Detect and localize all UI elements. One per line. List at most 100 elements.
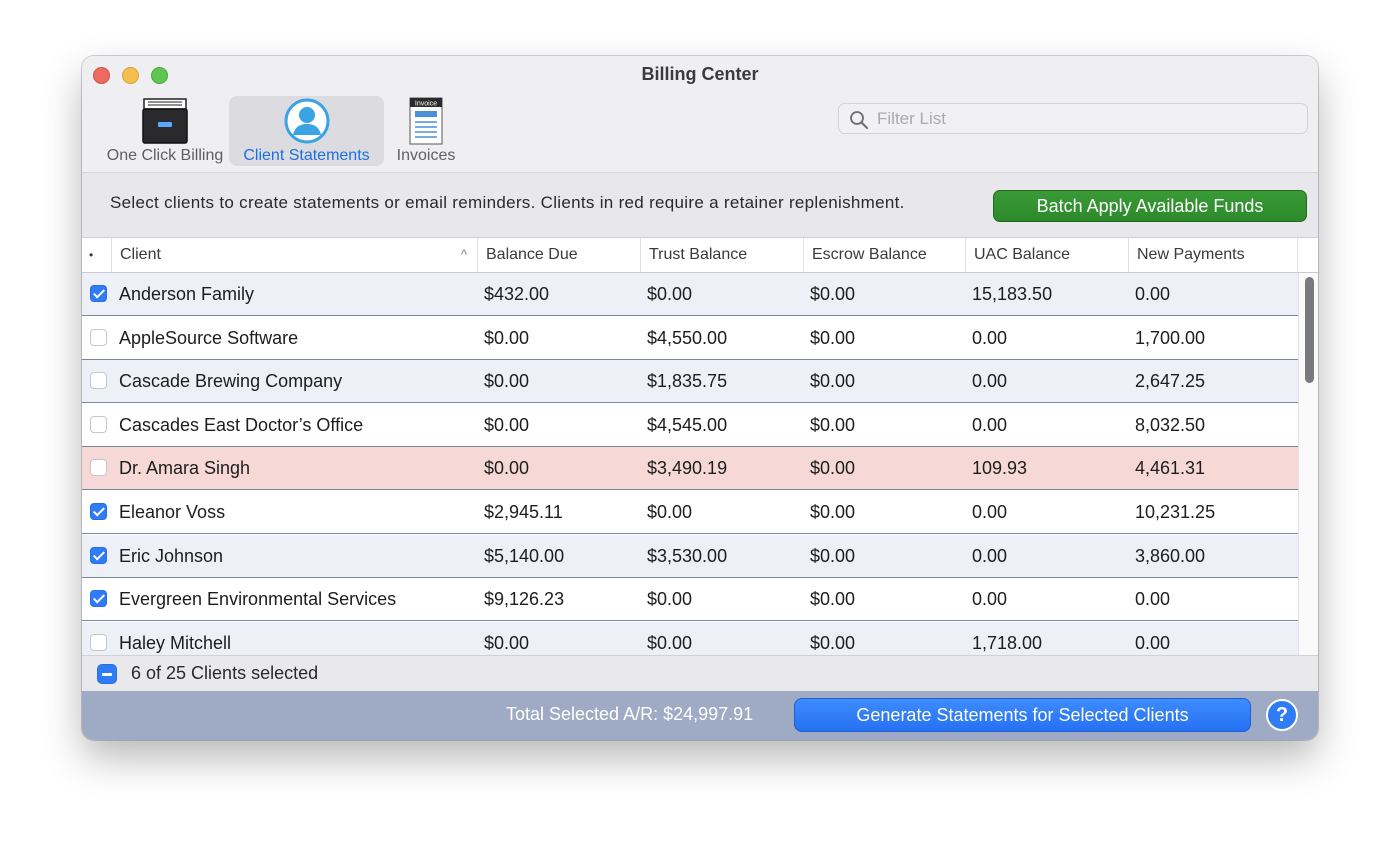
- cell-trust: $0.00: [647, 284, 693, 304]
- row-checkbox[interactable]: [90, 590, 107, 608]
- row-checkbox[interactable]: [90, 415, 107, 433]
- cell-trust: $0.00: [647, 632, 693, 653]
- column-header-label: Client: [120, 246, 161, 263]
- cell-new-payments: 0.00: [1135, 632, 1171, 653]
- window-title: Billing Center: [641, 64, 759, 84]
- table-header: • Client ^ Balance Due Trust Balance Esc…: [82, 238, 1318, 273]
- cell-new-payments: 4,461.31: [1135, 458, 1206, 479]
- scrollbar-thumb[interactable]: [1305, 277, 1314, 383]
- batch-apply-funds-button[interactable]: Batch Apply Available Funds: [993, 190, 1307, 222]
- cell-escrow: $0.00: [810, 502, 856, 522]
- column-header-uac-balance[interactable]: UAC Balance: [966, 238, 1129, 272]
- column-header-select[interactable]: •: [82, 238, 112, 272]
- table-row[interactable]: AppleSource Software $0.00 $4,550.00 $0.00 0…: [82, 316, 1298, 360]
- total-selected-ar: Total Selected A/R: $24,997.91: [506, 704, 754, 724]
- tab-label: One Click Billing: [106, 147, 224, 164]
- help-icon[interactable]: ?: [1266, 699, 1298, 731]
- column-header-escrow-balance[interactable]: Escrow Balance: [804, 238, 966, 272]
- cell-new-payments: 1,700.00: [1135, 327, 1206, 348]
- table-row[interactable]: Dr. Amara Singh $0.00 $3,490.19 $0.00 109.93…: [82, 447, 1298, 491]
- row-checkbox[interactable]: [90, 328, 107, 346]
- cell-balance-due: $0.00: [484, 371, 530, 392]
- row-checkbox[interactable]: [90, 633, 107, 651]
- cell-escrow: $0.00: [810, 589, 856, 610]
- cell-uac: 109.93: [972, 458, 1028, 479]
- table-row[interactable]: Cascade Brewing Company $0.00 $1,835.75 $0.…: [82, 360, 1298, 404]
- cell-escrow: $0.00: [810, 284, 856, 304]
- table-row[interactable]: Eric Johnson $5,140.00 $3,530.00 $0.00 0.00 3…: [82, 534, 1298, 578]
- cell-uac: 0.00: [972, 589, 1008, 610]
- cell-escrow: $0.00: [810, 632, 856, 653]
- search-field[interactable]: [838, 103, 1308, 134]
- cell-escrow: $0.00: [810, 327, 856, 348]
- person-icon: [284, 98, 329, 144]
- cell-trust: $3,490.19: [647, 458, 728, 479]
- cell-client: Eleanor Voss: [119, 502, 226, 522]
- table-row[interactable]: Eleanor Voss $2,945.11 $0.00 $0.00 0.00 10,23…: [82, 491, 1298, 534]
- column-header-new-payments[interactable]: New Payments: [1129, 238, 1298, 272]
- table-row[interactable]: Cascades East Doctor’s Office $0.00 $4,545…: [82, 403, 1298, 447]
- cell-client: Cascade Brewing Company: [119, 371, 343, 392]
- cell-trust: $4,545.00: [647, 414, 728, 435]
- cell-trust: $0.00: [647, 589, 693, 610]
- selection-count: 6 of 25 Clients selected: [131, 663, 319, 683]
- cell-client: Evergreen Environmental Services: [119, 589, 397, 610]
- cell-uac: 0.00: [972, 502, 1008, 522]
- cell-balance-due: $5,140.00: [484, 545, 565, 566]
- billing-center-window: Billing Center One Click Billing Client …: [82, 56, 1318, 740]
- cell-new-payments: 10,231.25: [1135, 502, 1216, 522]
- tab-invoices[interactable]: Invoice Invoices: [386, 96, 466, 166]
- column-header-balance-due[interactable]: Balance Due: [478, 238, 641, 272]
- cell-client: Cascades East Doctor’s Office: [119, 414, 364, 435]
- select-all-checkbox[interactable]: [97, 664, 117, 684]
- tab-one-click-billing[interactable]: One Click Billing: [90, 96, 240, 166]
- table-row[interactable]: Evergreen Environmental Services $9,126.2…: [82, 578, 1298, 622]
- invoice-icon: Invoice: [409, 97, 443, 145]
- tab-client-statements[interactable]: Client Statements: [229, 96, 384, 166]
- toolbar: Billing Center One Click Billing Client …: [82, 56, 1318, 173]
- cell-trust: $4,550.00: [647, 327, 728, 348]
- cell-balance-due: $0.00: [484, 327, 530, 348]
- cell-client: Anderson Family: [119, 284, 255, 304]
- cell-new-payments: 8,032.50: [1135, 414, 1206, 435]
- cell-uac: 15,183.50: [972, 284, 1053, 304]
- cell-balance-due: $9,126.23: [484, 589, 565, 610]
- table-row[interactable]: Anderson Family $432.00 $0.00 $0.00 15,183.5…: [82, 273, 1298, 316]
- cell-client: AppleSource Software: [119, 327, 299, 348]
- row-checkbox[interactable]: [90, 372, 107, 390]
- cell-client: Haley Mitchell: [119, 632, 232, 653]
- table-row[interactable]: Haley Mitchell $0.00 $0.00 $0.00 1,718.00 0.0…: [82, 621, 1298, 655]
- tab-label: Invoices: [396, 147, 456, 164]
- svg-text:Invoice: Invoice: [415, 101, 437, 108]
- cell-escrow: $0.00: [810, 371, 856, 392]
- vertical-scrollbar[interactable]: [1298, 273, 1318, 655]
- cell-balance-due: $432.00: [484, 284, 550, 304]
- cell-balance-due: $2,945.11: [484, 502, 563, 522]
- selection-bar: 6 of 25 Clients selected: [82, 655, 1318, 692]
- generate-statements-button[interactable]: Generate Statements for Selected Clients: [794, 698, 1251, 732]
- column-header-trust-balance[interactable]: Trust Balance: [641, 238, 804, 272]
- row-checkbox[interactable]: [90, 503, 107, 520]
- client-table: Anderson Family $432.00 $0.00 $0.00 15,183.5…: [82, 273, 1298, 655]
- cell-escrow: $0.00: [810, 545, 856, 566]
- row-checkbox[interactable]: [90, 459, 107, 477]
- cell-uac: 0.00: [972, 545, 1008, 566]
- file-drawer-icon: [142, 98, 188, 144]
- cell-uac: 0.00: [972, 371, 1008, 392]
- row-checkbox[interactable]: [90, 546, 107, 564]
- instruction-bar: Select clients to create statements or e…: [82, 173, 1318, 238]
- row-checkbox[interactable]: [90, 285, 107, 302]
- cell-trust: $1,835.75: [647, 371, 728, 392]
- cell-escrow: $0.00: [810, 414, 856, 435]
- cell-balance-due: $0.00: [484, 458, 530, 479]
- cell-trust: $3,530.00: [647, 545, 728, 566]
- cell-uac: 0.00: [972, 327, 1008, 348]
- cell-balance-due: $0.00: [484, 414, 530, 435]
- column-header-client[interactable]: Client ^: [112, 238, 478, 272]
- cell-escrow: $0.00: [810, 458, 856, 479]
- tab-label: Client Statements: [243, 147, 370, 164]
- search-input[interactable]: [877, 104, 1297, 133]
- cell-uac: 0.00: [972, 414, 1008, 435]
- search-icon: [850, 111, 868, 129]
- cell-new-payments: 3,860.00: [1135, 545, 1206, 566]
